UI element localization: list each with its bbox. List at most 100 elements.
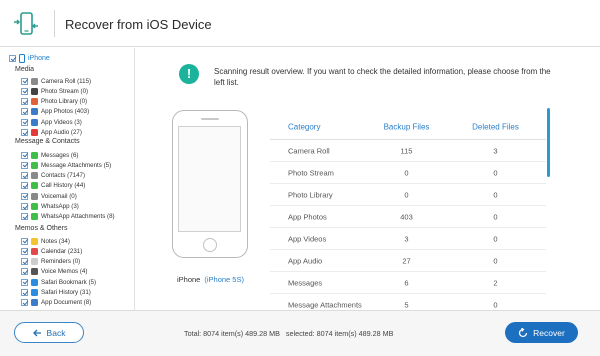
item-checkbox[interactable]: [21, 87, 28, 95]
cell-category: Messages: [288, 278, 323, 287]
arrow-left-icon: [32, 329, 41, 336]
sidebar-item[interactable]: App Audio (27): [21, 128, 82, 138]
cell-backup-files: 403: [400, 212, 413, 221]
item-checkbox[interactable]: [21, 172, 28, 180]
device-label: iPhone (iPhone 5S): [177, 275, 244, 284]
sidebar-item-label: Voicemail (0): [41, 192, 77, 200]
sidebar-item-label: App Videos (3): [41, 118, 82, 126]
cell-deleted-files: 3: [493, 146, 498, 155]
sidebar-item[interactable]: App Document (8): [21, 298, 91, 308]
sidebar-item[interactable]: Voice Memos (4): [21, 267, 87, 277]
scan-overview-text: Scanning result overview. If you want to…: [214, 67, 551, 87]
cell-category: Photo Stream: [288, 168, 334, 177]
sidebar-item[interactable]: App Photos (403): [21, 107, 89, 117]
recover-button-label: Recover: [533, 327, 565, 338]
item-checkbox[interactable]: [21, 98, 28, 106]
back-button[interactable]: Back: [14, 322, 84, 343]
table-row[interactable]: App Photos 403 0: [270, 206, 546, 228]
app-header: Recover from iOS Device: [0, 0, 600, 47]
recover-button[interactable]: Recover: [505, 322, 578, 343]
sidebar-item-label: Photo Library (0): [41, 98, 88, 106]
item-checkbox[interactable]: [21, 278, 28, 286]
item-checkbox[interactable]: [21, 182, 28, 190]
cell-backup-files: 0: [404, 168, 409, 177]
table-row[interactable]: App Videos 3 0: [270, 228, 546, 250]
category-sidebar[interactable]: iPhone Media Camera Roll (115) Photo Strea…: [0, 48, 135, 310]
item-checkbox[interactable]: [21, 203, 28, 210]
cell-category: App Audio: [288, 256, 323, 265]
cell-backup-files: 3: [404, 234, 409, 243]
info-icon: !: [179, 64, 199, 84]
cell-deleted-files: 0: [493, 168, 498, 177]
sidebar-item[interactable]: App Videos (3): [21, 117, 82, 127]
cell-deleted-files: 0: [493, 300, 498, 309]
item-checkbox[interactable]: [21, 213, 28, 221]
photo-stream-icon: [31, 87, 38, 95]
messages-icon: [31, 151, 38, 159]
cell-backup-files: 27: [402, 256, 411, 265]
sidebar-item-label: Camera Roll (115): [41, 77, 92, 85]
sidebar-item[interactable]: Reminders (0): [21, 257, 80, 267]
item-checkbox[interactable]: [21, 258, 28, 266]
sidebar-group-label: Message & Contacts: [15, 138, 80, 145]
camera-roll-icon: [31, 77, 38, 85]
sidebar-item[interactable]: Notes (34): [21, 236, 70, 246]
sidebar-group-label: Memos & Others: [15, 225, 68, 232]
item-checkbox[interactable]: [21, 268, 28, 276]
main-panel: ! Scanning result overview. If you want …: [136, 48, 600, 316]
item-checkbox[interactable]: [21, 161, 28, 169]
item-checkbox[interactable]: [21, 118, 28, 126]
calendar-icon: [31, 247, 38, 255]
sidebar-item[interactable]: WhatsApp Attachments (8): [21, 212, 115, 222]
sidebar-item[interactable]: Messages (6): [21, 150, 78, 160]
table-row[interactable]: Photo Library 0 0: [270, 184, 546, 206]
sidebar-item-label: Safari History (31): [41, 289, 91, 296]
sidebar-item[interactable]: Voicemail (0): [21, 191, 77, 201]
scan-result-table: Category Backup Files Deleted Files Came…: [270, 114, 546, 316]
footer-stats: Total: 8074 item(s) 489.28 MB selected: 8…: [184, 329, 393, 338]
whatsapp-attachments-icon: [31, 213, 38, 221]
header-divider: [54, 10, 55, 37]
cell-deleted-files: 2: [493, 278, 498, 287]
device-name: iPhone: [177, 275, 201, 284]
sidebar-item[interactable]: Photo Library (0): [21, 97, 87, 107]
cell-category: Photo Library: [288, 190, 333, 199]
item-checkbox[interactable]: [21, 237, 28, 245]
item-checkbox[interactable]: [21, 77, 28, 85]
contacts-icon: [31, 172, 38, 180]
sidebar-item-label: Message Attachments (5): [41, 161, 112, 169]
safari-bookmark-icon: [31, 278, 38, 286]
sidebar-item-label: WhatsApp (3): [41, 203, 79, 210]
sidebar-root-label: iPhone: [28, 55, 50, 62]
sidebar-item[interactable]: WhatsApp (3): [21, 202, 79, 212]
sidebar-root-iphone[interactable]: iPhone: [9, 54, 50, 63]
table-scrollbar[interactable]: [547, 108, 550, 177]
table-row[interactable]: Photo Stream 0 0: [270, 162, 546, 184]
item-checkbox[interactable]: [21, 247, 28, 255]
sidebar-item[interactable]: Safari History (31): [21, 288, 91, 298]
item-checkbox[interactable]: [21, 129, 28, 136]
message-attachments-icon: [31, 161, 38, 169]
voice-memos-icon: [31, 268, 38, 276]
app-document-icon: [31, 299, 38, 307]
sidebar-item[interactable]: Photo Stream (0): [21, 86, 88, 96]
table-row[interactable]: App Audio 27 0: [270, 250, 546, 272]
root-checkbox[interactable]: [9, 55, 16, 62]
sidebar-item[interactable]: Safari Bookmark (5): [21, 277, 96, 287]
table-row[interactable]: Camera Roll 115 3: [270, 140, 546, 162]
sidebar-item[interactable]: Contacts (7147): [21, 171, 85, 181]
phone-home-button: [203, 238, 217, 252]
table-row[interactable]: Messages 6 2: [270, 272, 546, 294]
sidebar-item[interactable]: Camera Roll (115): [21, 76, 91, 86]
item-checkbox[interactable]: [21, 289, 28, 296]
item-checkbox[interactable]: [21, 108, 28, 116]
sidebar-item-label: App Photos (403): [41, 108, 90, 116]
item-checkbox[interactable]: [21, 299, 28, 307]
sidebar-item[interactable]: Call History (44): [21, 181, 85, 191]
sidebar-item[interactable]: Calendar (231): [21, 246, 82, 256]
item-checkbox[interactable]: [21, 192, 28, 200]
sidebar-item-label: WhatsApp Attachments (8): [41, 213, 115, 221]
sidebar-item-label: App Audio (27): [41, 129, 82, 136]
sidebar-item[interactable]: Message Attachments (5): [21, 160, 111, 170]
item-checkbox[interactable]: [21, 151, 28, 159]
